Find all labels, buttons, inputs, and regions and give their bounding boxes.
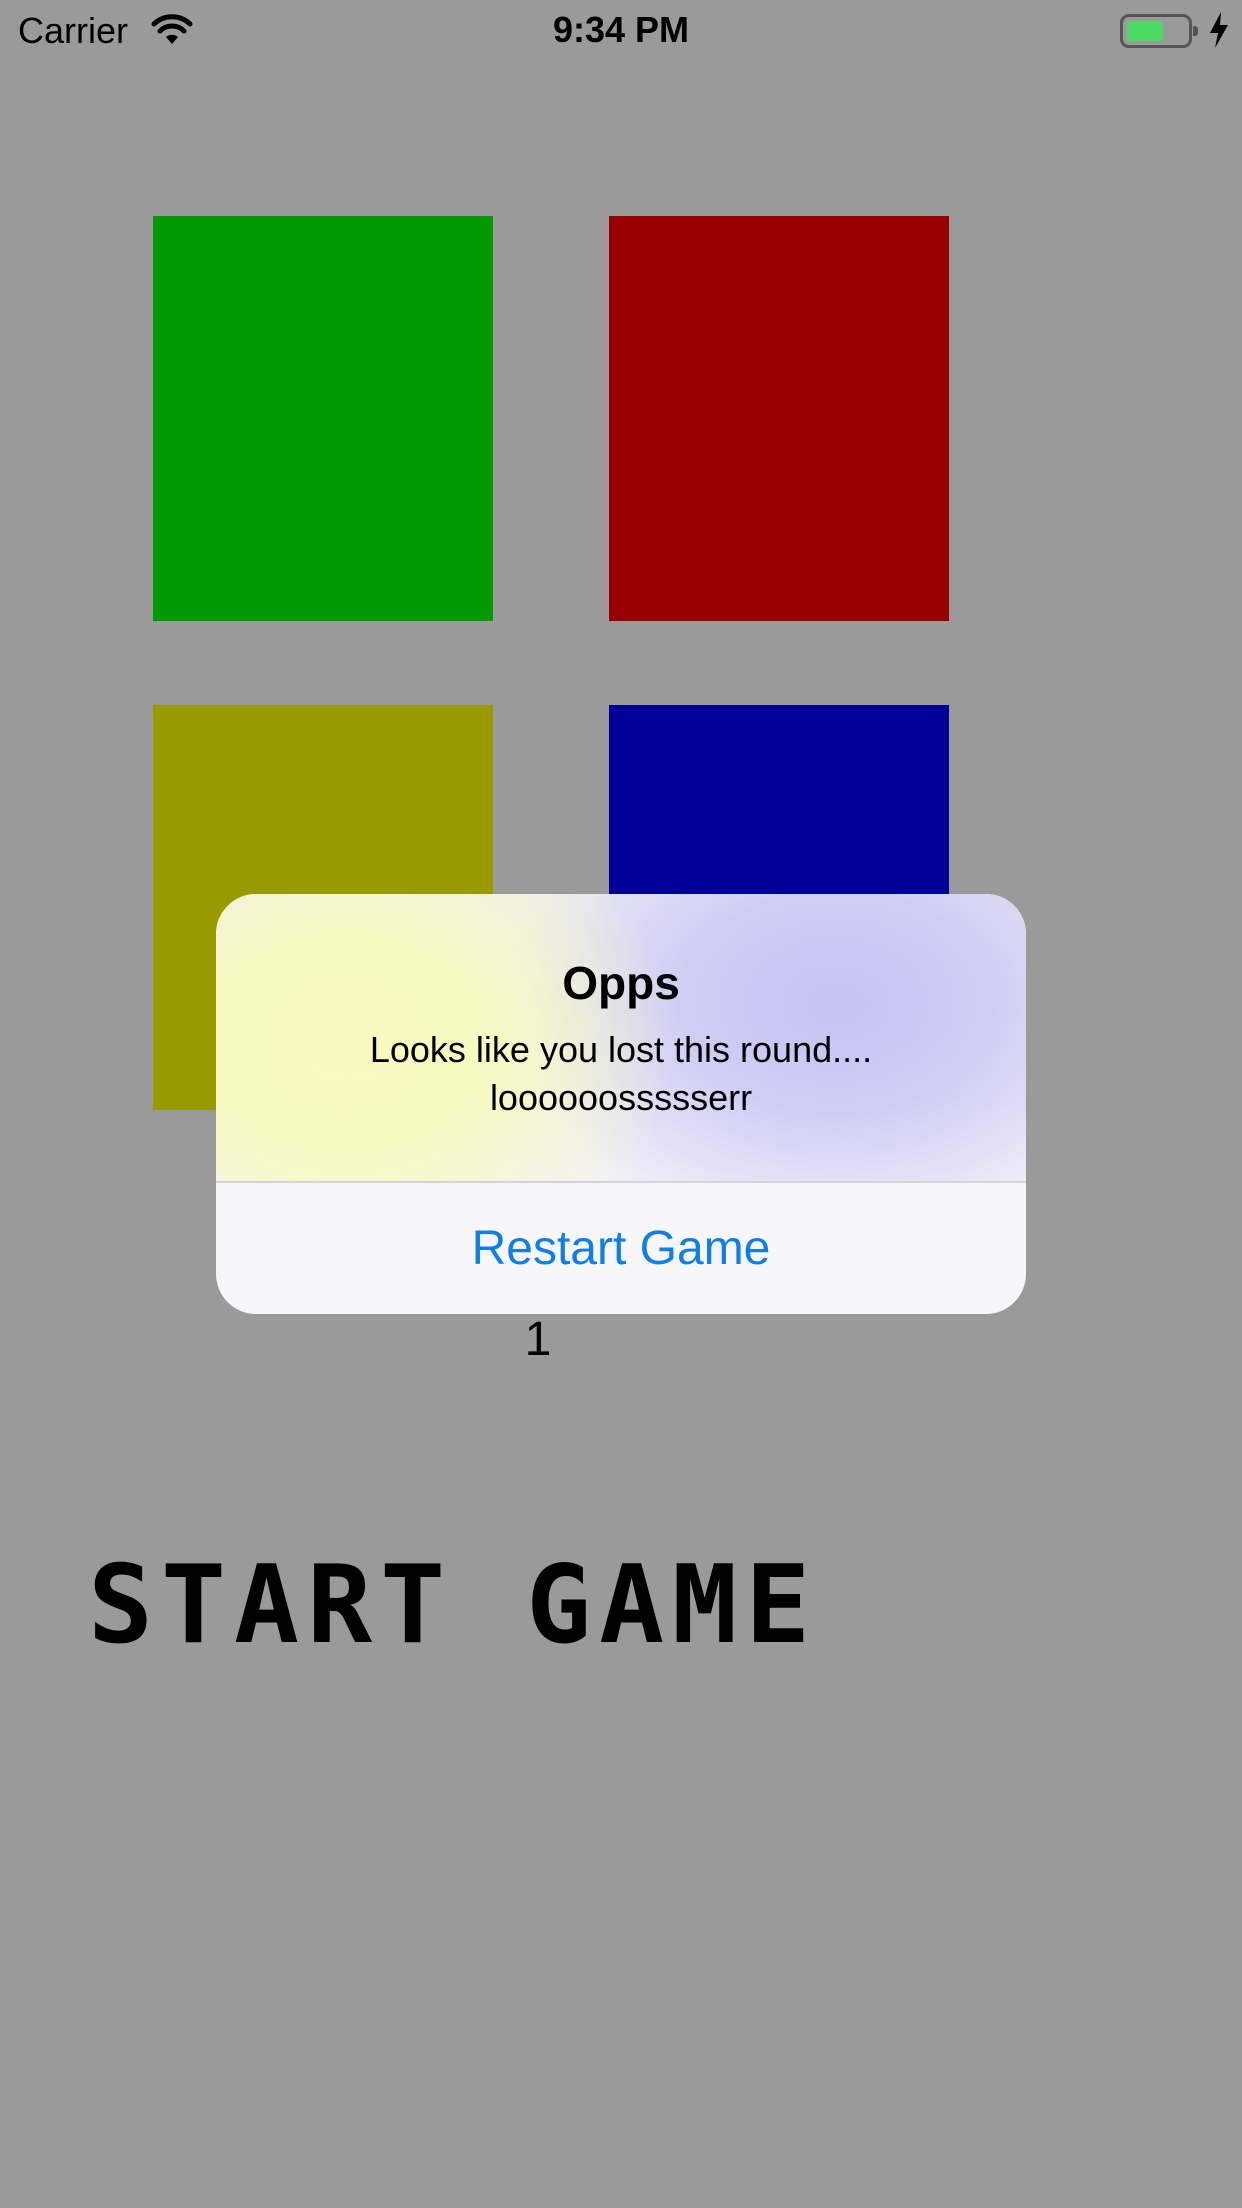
battery-level [1127, 21, 1163, 41]
green-pad[interactable] [153, 216, 493, 621]
round-counter: 1 [524, 1313, 552, 1366]
alert-dialog: Opps Looks like you lost this round.... … [216, 894, 1026, 1314]
status-time: 9:34 PM [552, 9, 690, 50]
restart-game-button[interactable]: Restart Game [216, 1183, 1026, 1314]
red-pad[interactable] [609, 216, 949, 621]
alert-message: Looks like you lost this round.... loooo… [369, 1029, 873, 1118]
battery-icon [1120, 14, 1198, 48]
start-game-button[interactable]: START GAME [88, 1552, 998, 1660]
charging-bolt-icon [1210, 12, 1228, 48]
status-bar: Carrier 9:34 PM [0, 0, 1242, 62]
battery-nub [1193, 26, 1198, 36]
alert-title: Opps [562, 957, 680, 1009]
